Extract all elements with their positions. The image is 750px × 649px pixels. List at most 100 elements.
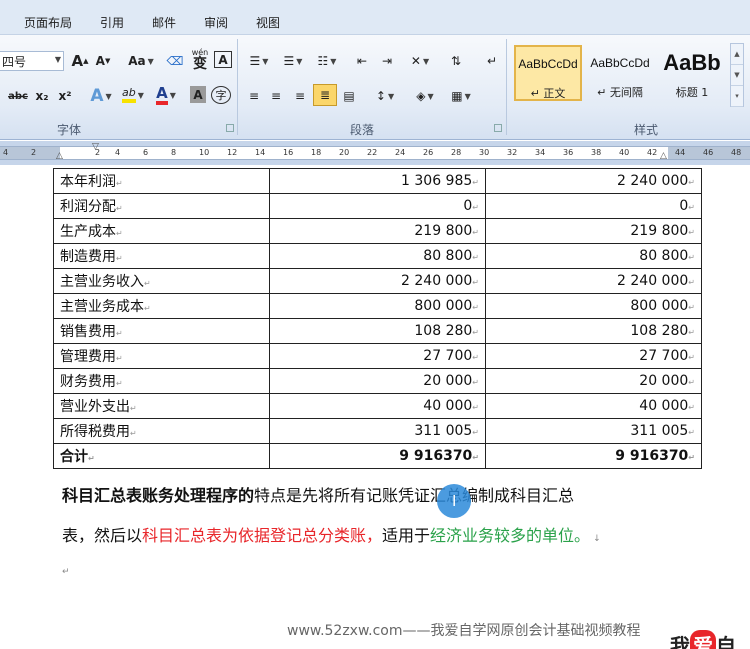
increase-indent-button[interactable]: ⇥ [377, 51, 397, 71]
style-heading-1[interactable]: AaBb 标题 1 [658, 45, 726, 101]
table-cell[interactable]: 800 000↵ [485, 293, 702, 319]
table-cell[interactable]: 40 000↵ [485, 393, 702, 419]
chinese-layout-button[interactable]: ✕ ▼ [405, 51, 435, 71]
table-cell[interactable]: 0↵ [269, 193, 486, 219]
char-shading-button[interactable]: A [190, 86, 206, 103]
table-cell[interactable]: 80 800↵ [485, 243, 702, 269]
table-cell[interactable]: 2 240 000↵ [485, 268, 702, 294]
justify-button[interactable]: ≣ [313, 84, 337, 106]
line-spacing-button[interactable]: ↕ ▼ [370, 86, 400, 106]
phonetic-guide-button[interactable]: wén 变 [189, 48, 211, 71]
gallery-more-icon[interactable]: ▾ [731, 86, 743, 107]
cell-text: 40 000 [423, 398, 473, 414]
table-cell[interactable]: 所得税费用↵ [53, 418, 270, 444]
align-left-button[interactable]: ≡ [244, 86, 264, 106]
group-divider [506, 39, 507, 135]
char-border-label: A [218, 52, 228, 67]
superscript-button[interactable]: x² [55, 86, 75, 106]
styles-group-label: 样式 [634, 123, 659, 137]
change-case-button[interactable]: Aa ▼ [126, 51, 156, 71]
cell-mark-icon: ↵ [130, 404, 137, 413]
left-indent-marker[interactable]: △ [56, 151, 63, 161]
first-line-indent-marker[interactable]: ▽ [92, 142, 99, 152]
sort-button[interactable]: ⇅ [446, 51, 466, 71]
table-cell[interactable]: 27 700↵ [485, 343, 702, 369]
grow-font-button[interactable]: A ▲ [70, 51, 90, 71]
table-cell[interactable]: 9 916370↵ [485, 443, 702, 469]
shrink-font-button[interactable]: A ▼ [93, 51, 113, 71]
font-size-combo[interactable]: 四号 ▼ [0, 51, 64, 71]
ruler-number: 28 [451, 148, 462, 157]
body-text: 特点是先将所有记账凭证汇总编制成科目汇总 [254, 486, 575, 505]
table-cell[interactable]: 1 306 985↵ [269, 168, 486, 194]
tab-mailings[interactable]: 邮件 [152, 14, 176, 31]
tab-page-layout[interactable]: 页面布局 [24, 14, 72, 31]
align-center-button[interactable]: ≡ [266, 86, 286, 106]
table-cell[interactable]: 财务费用↵ [53, 368, 270, 394]
char-border-button[interactable]: A [214, 51, 232, 68]
table-cell[interactable]: 主营业务收入↵ [53, 268, 270, 294]
cell-mark-icon: ↵ [116, 354, 123, 363]
cell-mark-icon: ↵ [472, 353, 479, 362]
tab-view[interactable]: 视图 [256, 14, 280, 31]
table-cell[interactable]: 20 000↵ [269, 368, 486, 394]
font-dialog-launcher[interactable] [226, 124, 234, 132]
subscript-button[interactable]: x₂ [32, 86, 52, 106]
table-cell[interactable]: 40 000↵ [269, 393, 486, 419]
table-cell[interactable]: 20 000↵ [485, 368, 702, 394]
scroll-up-icon[interactable]: ▲ [731, 44, 743, 65]
table-cell[interactable]: 利润分配↵ [53, 193, 270, 219]
table-cell[interactable]: 制造费用↵ [53, 243, 270, 269]
cell-mark-icon: ↵ [88, 454, 95, 463]
tab-references[interactable]: 引用 [100, 14, 124, 31]
outdent-icon: ⇤ [356, 54, 368, 68]
numbering-button[interactable]: ☰ ▼ [278, 51, 308, 71]
group-divider [237, 39, 238, 135]
clear-format-button[interactable]: ⌫ [164, 51, 186, 71]
scroll-down-icon[interactable]: ▼ [731, 65, 743, 86]
subscript-label: x₂ [35, 89, 49, 103]
table-cell[interactable]: 生产成本↵ [53, 218, 270, 244]
borders-button[interactable]: ▦ ▼ [446, 86, 476, 106]
style-no-spacing[interactable]: AaBbCcDd ↵ 无间隔 [586, 45, 654, 101]
enclose-char-button[interactable]: 字 [211, 86, 231, 104]
table-cell[interactable]: 营业外支出↵ [53, 393, 270, 419]
table-cell[interactable]: 管理费用↵ [53, 343, 270, 369]
text-effects-button[interactable]: A ▼ [86, 86, 116, 106]
decrease-indent-button[interactable]: ⇤ [352, 51, 372, 71]
document-page[interactable]: 本年利润↵ 1 306 985↵ 2 240 000↵ 利润分配↵ 0↵ 0↵ 生产成本↵ 2… [0, 165, 750, 649]
table-cell[interactable]: 311 005↵ [269, 418, 486, 444]
table-cell[interactable]: 0↵ [485, 193, 702, 219]
align-right-button[interactable]: ≡ [290, 86, 310, 106]
style-gallery-scroller[interactable]: ▲ ▼ ▾ [730, 43, 744, 107]
bullets-button[interactable]: ☰ ▼ [244, 51, 274, 71]
ruler-number: 6 [143, 148, 149, 157]
highlight-button[interactable]: ab ▼ [118, 85, 148, 105]
table-cell[interactable]: 219 800↵ [269, 218, 486, 244]
shading-button[interactable]: ◈ ▼ [410, 86, 440, 106]
table-cell[interactable]: 80 800↵ [269, 243, 486, 269]
table-cell[interactable]: 2 240 000↵ [485, 168, 702, 194]
table-cell[interactable]: 311 005↵ [485, 418, 702, 444]
horizontal-ruler[interactable]: 4 2 2 4 6 8 10 12 14 16 18 20 22 24 26 28 30 32 34 36 38 40 42… [0, 141, 750, 165]
table-cell[interactable]: 2 240 000↵ [269, 268, 486, 294]
paragraph-dialog-launcher[interactable] [494, 124, 502, 132]
right-indent-marker[interactable]: △ [660, 151, 667, 161]
font-color-button[interactable]: A ▼ [151, 85, 181, 105]
table-cell[interactable]: 219 800↵ [485, 218, 702, 244]
tab-review[interactable]: 审阅 [204, 14, 228, 31]
table-cell[interactable]: 108 280↵ [269, 318, 486, 344]
table-cell[interactable]: 27 700↵ [269, 343, 486, 369]
table-cell[interactable]: 本年利润↵ [53, 168, 270, 194]
multilevel-list-button[interactable]: ☷ ▼ [312, 51, 342, 71]
table-cell[interactable]: 9 916370↵ [269, 443, 486, 469]
show-marks-button[interactable]: ↵ [482, 51, 502, 71]
table-cell[interactable]: 销售费用↵ [53, 318, 270, 344]
table-cell[interactable]: 合计↵ [53, 443, 270, 469]
strikethrough-button[interactable]: abc [6, 86, 30, 106]
table-cell[interactable]: 主营业务成本↵ [53, 293, 270, 319]
table-cell[interactable]: 108 280↵ [485, 318, 702, 344]
distribute-button[interactable]: ▤ [339, 86, 359, 106]
style-normal[interactable]: AaBbCcDd ↵ 正文 [514, 45, 582, 101]
table-cell[interactable]: 800 000↵ [269, 293, 486, 319]
